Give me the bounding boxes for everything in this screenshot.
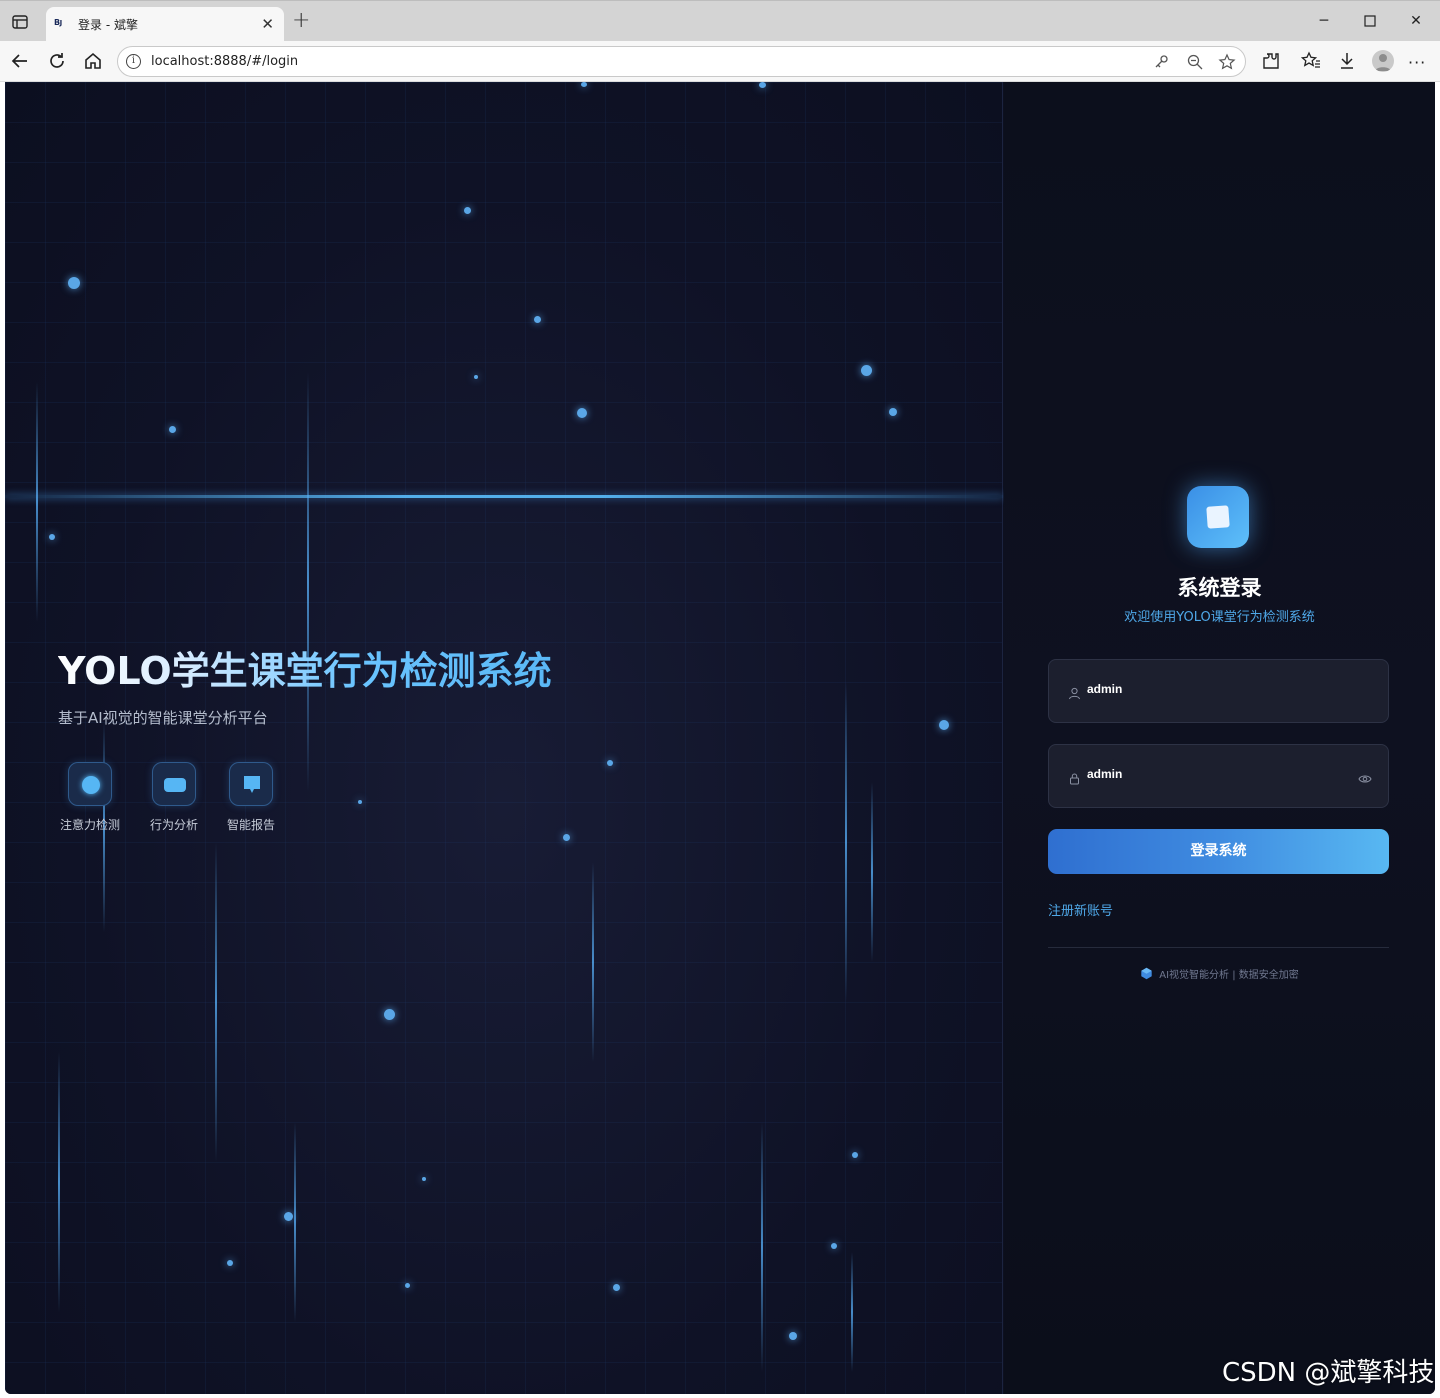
star-dot bbox=[607, 760, 613, 766]
star-dot bbox=[405, 1283, 410, 1288]
tab-title: 登录 - 斌擎 bbox=[78, 18, 138, 32]
glow-line bbox=[294, 1122, 296, 1322]
footer-text: AI视觉智能分析 | 数据安全加密 bbox=[1159, 970, 1299, 981]
star-dot bbox=[464, 207, 471, 214]
password-field[interactable] bbox=[1048, 744, 1389, 808]
star-dot bbox=[68, 277, 80, 289]
key-icon[interactable] bbox=[1153, 53, 1171, 71]
star-dot bbox=[384, 1009, 395, 1020]
star-dot bbox=[861, 365, 872, 376]
url-text: localhost:8888/#/login bbox=[151, 54, 299, 69]
close-tab-icon[interactable]: ✕ bbox=[261, 15, 274, 33]
reload-icon[interactable] bbox=[45, 49, 69, 73]
glow-line bbox=[871, 782, 873, 962]
report-icon bbox=[229, 762, 273, 806]
glow-line bbox=[307, 372, 309, 792]
hero-title: YOLO学生课堂行为检测系统 bbox=[58, 640, 552, 695]
tab-bar: BJ 登录 - 斌擎 ✕ + ─ ✕ bbox=[0, 0, 1440, 42]
star-dot bbox=[939, 720, 949, 730]
screen-icon bbox=[152, 762, 196, 806]
glow-line bbox=[592, 862, 594, 1062]
feature-label: 注意力检测 bbox=[59, 818, 120, 832]
login-submit-button[interactable]: 登录系统 bbox=[1048, 829, 1389, 874]
star-dot bbox=[227, 1260, 233, 1266]
favorites-icon[interactable] bbox=[1300, 50, 1322, 72]
username-field[interactable] bbox=[1048, 659, 1389, 723]
app-logo-icon bbox=[1187, 486, 1249, 548]
star-dot bbox=[169, 426, 176, 433]
eye-icon[interactable] bbox=[1358, 770, 1372, 783]
star-dot bbox=[474, 375, 478, 379]
glow-line bbox=[845, 682, 847, 1002]
maximize-icon[interactable] bbox=[1358, 9, 1382, 33]
address-bar: i localhost:8888/#/login ··· bbox=[0, 41, 1440, 82]
hero-subtitle: 基于AI视觉的智能课堂分析平台 bbox=[58, 709, 268, 727]
star-dot bbox=[831, 1243, 837, 1249]
star-dot bbox=[613, 1284, 620, 1291]
more-options-icon[interactable]: ··· bbox=[1408, 53, 1430, 75]
user-icon bbox=[1068, 685, 1081, 700]
csdn-watermark: CSDN @斌擎科技 bbox=[1222, 1358, 1435, 1388]
star-dot bbox=[563, 834, 570, 841]
divider bbox=[1048, 947, 1389, 948]
feature-attention: 注意力检测 bbox=[55, 762, 125, 833]
glow-line bbox=[851, 1252, 853, 1372]
star-dot bbox=[422, 1177, 426, 1181]
url-input[interactable]: i localhost:8888/#/login bbox=[117, 46, 1246, 77]
glow-line bbox=[215, 842, 217, 1162]
feature-label: 智能报告 bbox=[226, 818, 275, 832]
glow-line bbox=[58, 1052, 60, 1312]
minimize-icon[interactable]: ─ bbox=[1312, 9, 1336, 33]
glow-line-horizontal bbox=[5, 495, 1003, 498]
login-panel: 系统登录 欢迎使用YOLO课堂行为检测系统 登录系统 注册新账号 AI视觉智能分… bbox=[1004, 82, 1435, 1394]
star-dot bbox=[577, 408, 587, 418]
star-dot bbox=[759, 82, 766, 88]
username-input[interactable] bbox=[1087, 682, 1327, 696]
close-window-icon[interactable]: ✕ bbox=[1404, 9, 1428, 33]
browser-chrome: BJ 登录 - 斌擎 ✕ + ─ ✕ i localhost:8888/#/lo… bbox=[0, 0, 1440, 82]
browser-tab-active[interactable]: BJ 登录 - 斌擎 ✕ bbox=[46, 7, 284, 42]
sidebar-toggle-icon[interactable] bbox=[10, 12, 30, 32]
lock-icon bbox=[1068, 770, 1081, 785]
glow-line bbox=[761, 1122, 763, 1372]
star-dot bbox=[284, 1212, 293, 1221]
login-page: YOLO学生课堂行为检测系统 基于AI视觉的智能课堂分析平台 注意力检测 行为分… bbox=[5, 82, 1435, 1394]
feature-behavior: 行为分析 bbox=[139, 762, 209, 833]
circle-icon bbox=[68, 762, 112, 806]
star-dot bbox=[789, 1332, 797, 1340]
profile-avatar-icon[interactable] bbox=[1372, 50, 1394, 72]
password-input[interactable] bbox=[1087, 767, 1327, 781]
site-info-icon[interactable]: i bbox=[126, 54, 141, 69]
hero-panel: YOLO学生课堂行为检测系统 基于AI视觉的智能课堂分析平台 注意力检测 行为分… bbox=[5, 82, 1003, 1394]
glow-line bbox=[36, 382, 38, 622]
star-dot bbox=[358, 800, 362, 804]
star-dot bbox=[49, 534, 55, 540]
star-dot bbox=[889, 408, 897, 416]
login-subtitle: 欢迎使用YOLO课堂行为检测系统 bbox=[1124, 610, 1315, 625]
cube-icon bbox=[1140, 967, 1153, 980]
feature-report: 智能报告 bbox=[216, 762, 286, 833]
feature-label: 行为分析 bbox=[149, 818, 198, 832]
extensions-icon[interactable] bbox=[1260, 50, 1282, 72]
register-link[interactable]: 注册新账号 bbox=[1048, 900, 1113, 919]
new-tab-icon[interactable]: + bbox=[292, 10, 310, 32]
star-dot bbox=[581, 82, 587, 87]
login-footer: AI视觉智能分析 | 数据安全加密 bbox=[1004, 966, 1435, 981]
favicon-icon: BJ bbox=[54, 18, 62, 27]
login-title: 系统登录 bbox=[1177, 576, 1262, 600]
favorite-star-icon[interactable] bbox=[1218, 53, 1236, 71]
downloads-icon[interactable] bbox=[1336, 50, 1358, 72]
home-icon[interactable] bbox=[81, 49, 105, 73]
star-dot bbox=[852, 1152, 858, 1158]
back-icon[interactable] bbox=[8, 49, 32, 73]
star-dot bbox=[534, 316, 541, 323]
zoom-icon[interactable] bbox=[1186, 53, 1204, 71]
